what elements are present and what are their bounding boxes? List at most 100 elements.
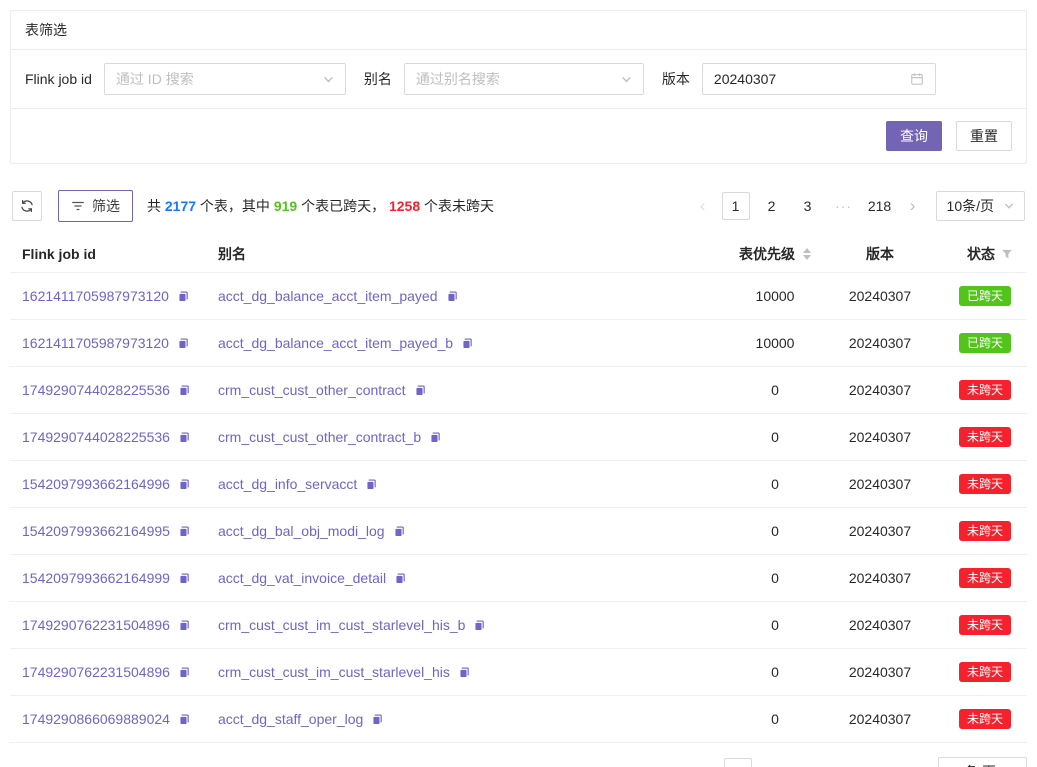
copy-icon[interactable] [371,713,384,726]
page-button-218[interactable]: 218 [866,192,894,220]
status-badge: 未跨天 [959,568,1011,588]
flink-job-id-link[interactable]: 1542097993662164996 [22,476,170,492]
page-button-2[interactable]: 2 [758,192,786,220]
refresh-button[interactable] [12,191,42,221]
copy-icon[interactable] [414,384,427,397]
page-size-select[interactable]: 10条/页 [936,191,1025,221]
alias-link[interactable]: acct_dg_bal_obj_modi_log [218,523,385,539]
version-cell: 20240307 [833,414,927,461]
copy-icon[interactable] [178,713,191,726]
alias-link[interactable]: acct_dg_vat_invoice_detail [218,570,386,586]
priority-cell: 0 [717,602,833,649]
copy-icon[interactable] [177,290,190,303]
chevron-down-icon [1004,201,1014,211]
status-badge: 未跨天 [959,474,1011,494]
copy-icon[interactable] [178,619,191,632]
filter-lines-icon [71,199,85,213]
status-badge: 未跨天 [959,380,1011,400]
page-button-3[interactable]: 3 [796,758,824,767]
query-button[interactable]: 查询 [886,121,942,151]
filter-toggle-button[interactable]: 筛选 [58,190,133,222]
page-size-select[interactable]: 10条/页 [938,757,1027,767]
alias-link[interactable]: crm_cust_cust_im_cust_starlevel_his [218,664,450,680]
flink-job-id-label: Flink job id [25,71,92,87]
chevron-down-icon [621,74,632,85]
copy-icon[interactable] [461,337,474,350]
copy-icon[interactable] [178,431,191,444]
toolbar: 筛选 共 2177 个表，其中 919 个表已跨天， 1258 个表未跨天 ‹1… [10,190,1027,222]
page-button-218[interactable]: 218 [868,758,896,767]
version-date-value: 20240307 [714,71,776,87]
copy-icon[interactable] [429,431,442,444]
copy-icon[interactable] [177,337,190,350]
alias-link[interactable]: acct_dg_staff_oper_log [218,711,363,727]
page-button-2[interactable]: 2 [760,758,788,767]
status-filter-icon[interactable] [1001,248,1013,260]
version-cell: 20240307 [833,273,927,320]
alias-link[interactable]: acct_dg_balance_acct_item_payed [218,288,438,304]
copy-icon[interactable] [178,572,191,585]
version-date-input[interactable]: 20240307 [702,63,936,95]
priority-cell: 10000 [717,273,833,320]
alias-placeholder: 通过别名搜索 [416,69,500,89]
flink-job-id-link[interactable]: 1542097993662164999 [22,570,170,586]
copy-icon[interactable] [178,478,191,491]
copy-icon[interactable] [178,384,191,397]
page-ellipsis[interactable]: ··· [832,758,860,767]
flink-job-id-link[interactable]: 1749290762231504896 [22,664,170,680]
flink-job-id-select[interactable]: 通过 ID 搜索 [104,63,346,95]
priority-cell: 0 [717,367,833,414]
page-ellipsis[interactable]: ··· [830,192,858,220]
status-badge: 已跨天 [959,333,1011,353]
reset-button[interactable]: 重置 [956,121,1012,151]
alias-link[interactable]: crm_cust_cust_im_cust_starlevel_his_b [218,617,465,633]
copy-icon[interactable] [473,619,486,632]
alias-select[interactable]: 通过别名搜索 [404,63,644,95]
table-row: 1542097993662164995 acct_dg_bal_obj_modi… [10,508,1027,555]
prev-page-button[interactable]: ‹ [694,758,716,767]
flink-job-id-link[interactable]: 1621411705987973120 [22,335,169,351]
filter-actions: 查询 重置 [11,109,1026,163]
pagination-bottom: ‹ 123 ··· 218 › 10条/页 [694,757,1027,767]
pagination-top: ‹ 123 ··· 218 › 10条/页 [692,191,1025,221]
copy-icon[interactable] [178,525,191,538]
page-button-1[interactable]: 1 [724,758,752,767]
flink-job-id-link[interactable]: 1749290866069889024 [22,711,170,727]
next-page-button[interactable]: › [904,758,926,767]
summary-uncrossed: 1258 [389,198,420,214]
flink-job-id-link[interactable]: 1749290744028225536 [22,429,170,445]
column-header-version: 版本 [866,246,894,262]
flink-job-id-link[interactable]: 1749290744028225536 [22,382,170,398]
copy-icon[interactable] [178,666,191,679]
summary-suffix: 个表未跨天 [420,198,494,214]
next-page-button[interactable]: › [902,192,924,220]
page: 表筛选 Flink job id 通过 ID 搜索 别名 通过别名搜索 版本 [0,0,1037,767]
flink-job-id-link[interactable]: 1749290762231504896 [22,617,170,633]
copy-icon[interactable] [393,525,406,538]
priority-cell: 0 [717,508,833,555]
tables-table: Flink job id 别名 表优先级 版本 状态 [10,236,1027,743]
summary-crossed: 919 [274,198,297,214]
copy-icon[interactable] [446,290,459,303]
version-cell: 20240307 [833,367,927,414]
flink-job-id-link[interactable]: 1542097993662164995 [22,523,170,539]
version-cell: 20240307 [833,602,927,649]
copy-icon[interactable] [365,478,378,491]
alias-link[interactable]: acct_dg_balance_acct_item_payed_b [218,335,453,351]
copy-icon[interactable] [394,572,407,585]
version-cell: 20240307 [833,555,927,602]
version-cell: 20240307 [833,508,927,555]
page-size-value: 10条/页 [947,196,994,216]
page-button-1[interactable]: 1 [722,192,750,220]
alias-field: 别名 通过别名搜索 [364,63,644,95]
prev-page-button[interactable]: ‹ [692,192,714,220]
copy-icon[interactable] [458,666,471,679]
alias-link[interactable]: acct_dg_info_servacct [218,476,357,492]
status-badge: 未跨天 [959,709,1011,729]
alias-link[interactable]: crm_cust_cust_other_contract [218,382,406,398]
alias-link[interactable]: crm_cust_cust_other_contract_b [218,429,421,445]
filter-toggle-label: 筛选 [92,196,120,216]
flink-job-id-link[interactable]: 1621411705987973120 [22,288,169,304]
page-button-3[interactable]: 3 [794,192,822,220]
sort-icon[interactable] [803,248,811,260]
